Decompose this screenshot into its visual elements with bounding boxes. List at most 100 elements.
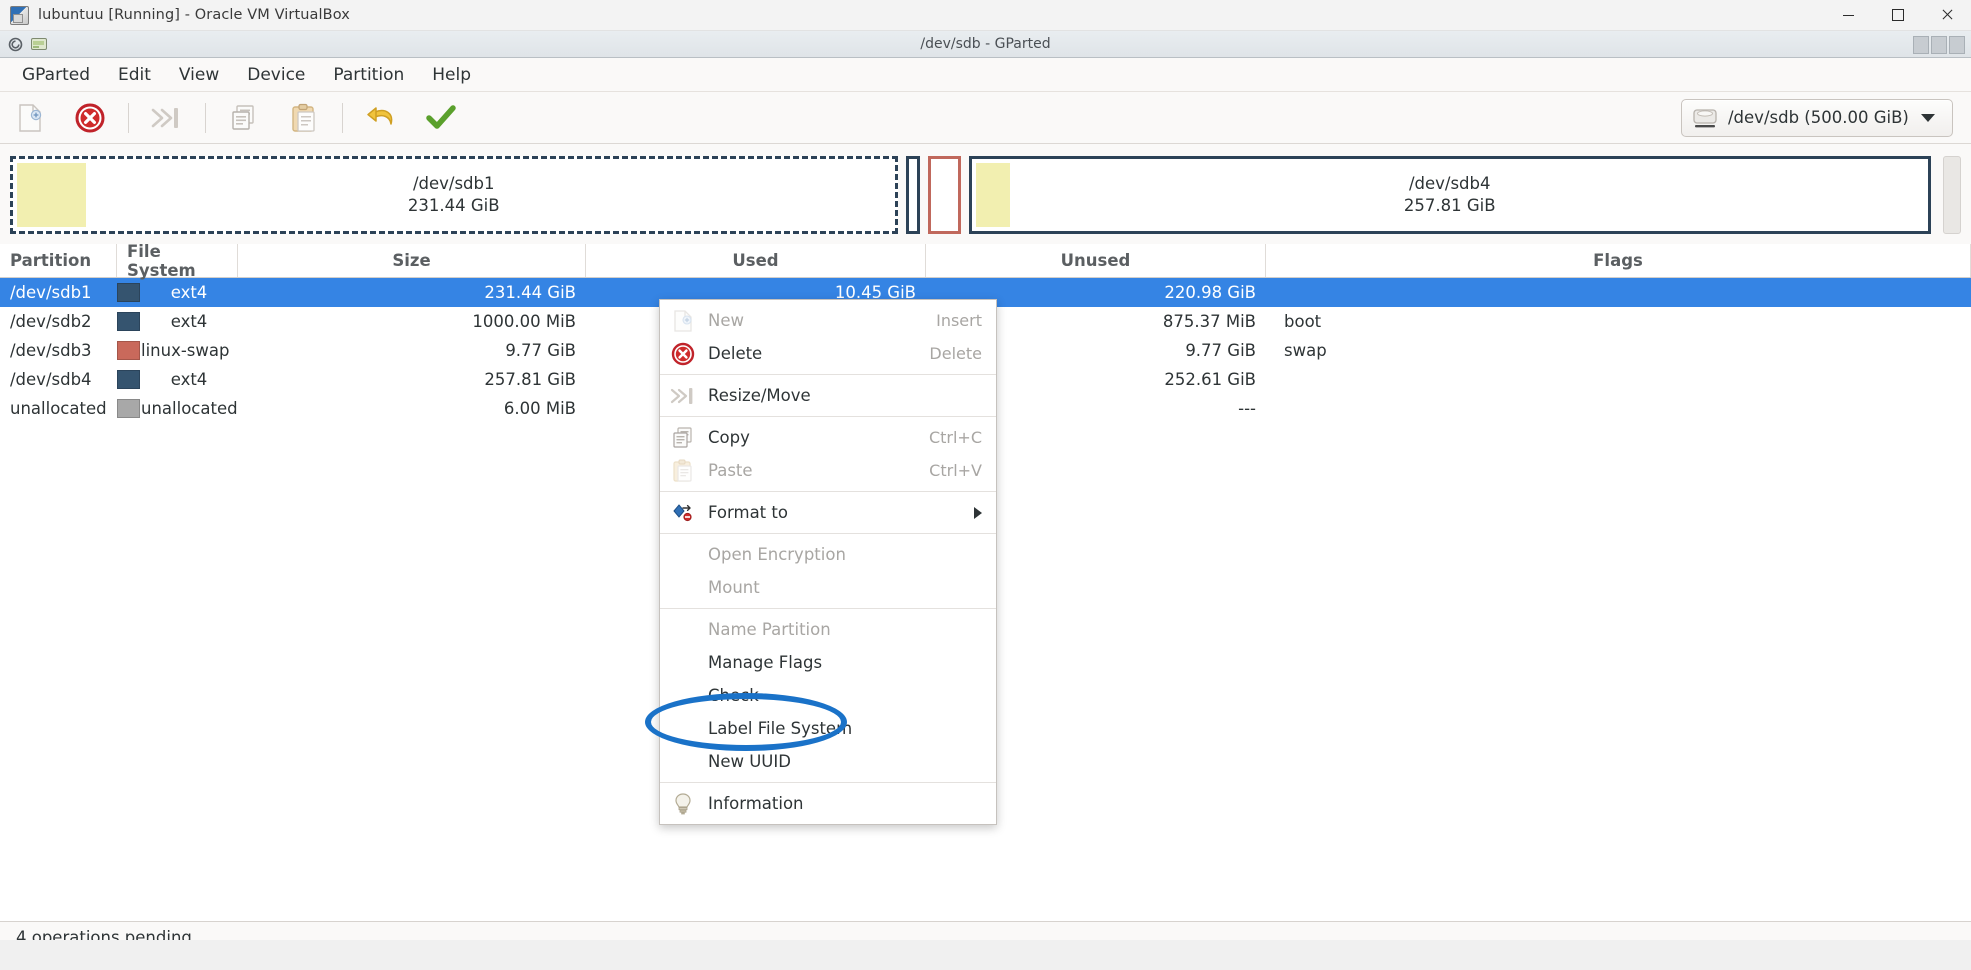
menubar-item-partition[interactable]: Partition <box>319 62 418 88</box>
disk-graphic-partition-dev-sdb2[interactable] <box>905 156 920 234</box>
status-bar: 4 operations pending <box>0 921 1971 940</box>
cell-size: 1000.00 MiB <box>472 312 576 331</box>
menu-item-label: New UUID <box>708 752 791 771</box>
minimize-button[interactable] <box>1824 0 1873 30</box>
menu-separator <box>660 608 996 609</box>
menu-item-label: Information <box>708 794 804 813</box>
cell-filesystem-label: ext4 <box>170 283 208 302</box>
gparted-maximize-button[interactable] <box>1931 36 1947 54</box>
apply-button[interactable] <box>413 96 469 140</box>
menu-item-label-file-system[interactable]: Label File System <box>660 712 996 745</box>
cell-filesystem-label: ext4 <box>170 370 208 389</box>
copy-button[interactable] <box>216 96 272 140</box>
delete-circle-icon <box>670 342 696 365</box>
menu-item-manage-flags[interactable]: Manage Flags <box>660 646 996 679</box>
menu-item-format-to[interactable]: Format to <box>660 496 996 529</box>
menu-item-resize-move[interactable]: Resize/Move <box>660 379 996 412</box>
column-header-unused[interactable]: Unused <box>926 244 1266 277</box>
column-header-used[interactable]: Used <box>586 244 926 277</box>
menu-item-icon-placeholder <box>670 544 696 566</box>
maximize-button[interactable] <box>1873 0 1922 30</box>
undo-button[interactable] <box>353 96 409 140</box>
paste-button[interactable] <box>276 96 332 140</box>
virtualbox-icon <box>10 5 29 25</box>
delete-partition-button[interactable] <box>62 96 118 140</box>
menu-item-label: Resize/Move <box>708 386 811 405</box>
pending-operations-label: 4 operations pending <box>16 927 192 941</box>
disk-graphic-scrollbar[interactable] <box>1943 156 1961 234</box>
menu-item-icon-placeholder <box>670 577 696 599</box>
menu-separator <box>660 782 996 783</box>
cell-filesystem: unallocated <box>117 399 238 418</box>
menubar-item-edit[interactable]: Edit <box>104 62 165 88</box>
disk-graphic-partition-dev-sdb3[interactable] <box>927 156 961 234</box>
cell-filesystem: ext4 <box>117 370 238 389</box>
new-document-icon <box>670 309 696 332</box>
menu-separator <box>660 491 996 492</box>
disk-graphic-area[interactable]: /dev/sdb1 231.44 GiB/dev/sdb4 257.81 GiB <box>0 144 1971 244</box>
menu-item-accelerator: Delete <box>929 344 982 363</box>
cell-flags: swap <box>1284 341 1327 360</box>
column-header-size[interactable]: Size <box>238 244 586 277</box>
resize-move-button[interactable] <box>139 96 195 140</box>
disk-graphic-label: /dev/sdb4 257.81 GiB <box>1404 173 1496 217</box>
gparted-close-button[interactable] <box>1949 36 1965 54</box>
menu-item-copy[interactable]: Copy Ctrl+C <box>660 421 996 454</box>
gparted-titlebar: /dev/sdb - GParted <box>0 31 1971 58</box>
harddisk-icon <box>1692 107 1718 129</box>
menu-item-accelerator: Ctrl+C <box>928 428 982 447</box>
cell-filesystem: ext4 <box>117 283 238 302</box>
menu-item-icon-placeholder <box>670 652 696 674</box>
submenu-arrow-icon <box>974 506 982 519</box>
cell-size: 9.77 GiB <box>505 341 576 360</box>
gparted-minimize-button[interactable] <box>1913 36 1929 54</box>
menu-item-icon-placeholder <box>670 718 696 740</box>
menubar-item-gparted[interactable]: GParted <box>8 62 104 88</box>
cell-size: 6.00 MiB <box>503 399 576 418</box>
virtualbox-window: lubuntuu [Running] - Oracle VM VirtualBo… <box>0 0 1971 970</box>
cell-partition: unallocated <box>10 399 107 418</box>
filesystem-color-swatch <box>117 399 140 418</box>
menubar: GParted Edit View Device Partition Help <box>0 58 1971 92</box>
filesystem-color-swatch <box>117 370 140 389</box>
menu-item-icon-placeholder <box>670 619 696 641</box>
menu-item-check[interactable]: Check <box>660 679 996 712</box>
disk-graphic-partition-dev-sdb4[interactable]: /dev/sdb4 257.81 GiB <box>968 156 1931 234</box>
menu-item-open-encryption: Open Encryption <box>660 538 996 571</box>
disk-graphic-partition-size: 231.44 GiB <box>407 196 500 215</box>
menu-item-label: Manage Flags <box>708 653 823 672</box>
new-partition-button[interactable] <box>2 96 58 140</box>
menu-item-label: Check <box>708 686 759 705</box>
copy-icon <box>670 426 696 449</box>
maximize-icon <box>1891 9 1904 21</box>
menubar-item-device[interactable]: Device <box>233 62 319 88</box>
menu-item-label: New <box>708 311 744 330</box>
menu-item-label: Mount <box>708 578 760 597</box>
menu-item-information[interactable]: Information <box>660 787 996 820</box>
cell-size: 231.44 GiB <box>484 283 576 302</box>
partition-table-header: Partition File System Size Used Unused Flags <box>0 242 1971 280</box>
partition-context-menu[interactable]: New Insert Delete Delete Resize/Move Copy Ctrl… <box>659 299 997 825</box>
disk-graphic-partition-dev-sdb1[interactable]: /dev/sdb1 231.44 GiB <box>10 156 898 234</box>
menu-item-new-uuid[interactable]: New UUID <box>660 745 996 778</box>
column-header-partition[interactable]: Partition <box>0 244 117 277</box>
column-header-flags[interactable]: Flags <box>1266 244 1971 277</box>
menu-separator <box>660 416 996 417</box>
column-header-file-system[interactable]: File System <box>117 242 238 280</box>
close-button[interactable] <box>1922 0 1971 30</box>
resize-move-icon <box>670 385 696 407</box>
menubar-item-view[interactable]: View <box>165 62 233 88</box>
menu-item-delete[interactable]: Delete Delete <box>660 337 996 370</box>
menu-item-accelerator: Insert <box>936 311 982 330</box>
paste-clipboard-icon <box>670 459 696 482</box>
device-selector-label: /dev/sdb (500.00 GiB) <box>1728 108 1909 127</box>
menubar-item-help[interactable]: Help <box>418 62 485 88</box>
menu-item-label: Format to <box>708 503 788 522</box>
virtualbox-window-controls <box>1824 0 1971 30</box>
device-selector-button[interactable]: /dev/sdb (500.00 GiB) <box>1681 98 1953 137</box>
toolbar: /dev/sdb (500.00 GiB) <box>0 92 1971 144</box>
close-icon <box>1941 9 1953 21</box>
cell-partition: /dev/sdb1 <box>10 283 92 302</box>
disk-graphic-partition-name: /dev/sdb4 <box>1408 174 1491 194</box>
disk-graphic-label: /dev/sdb1 231.44 GiB <box>408 173 500 217</box>
